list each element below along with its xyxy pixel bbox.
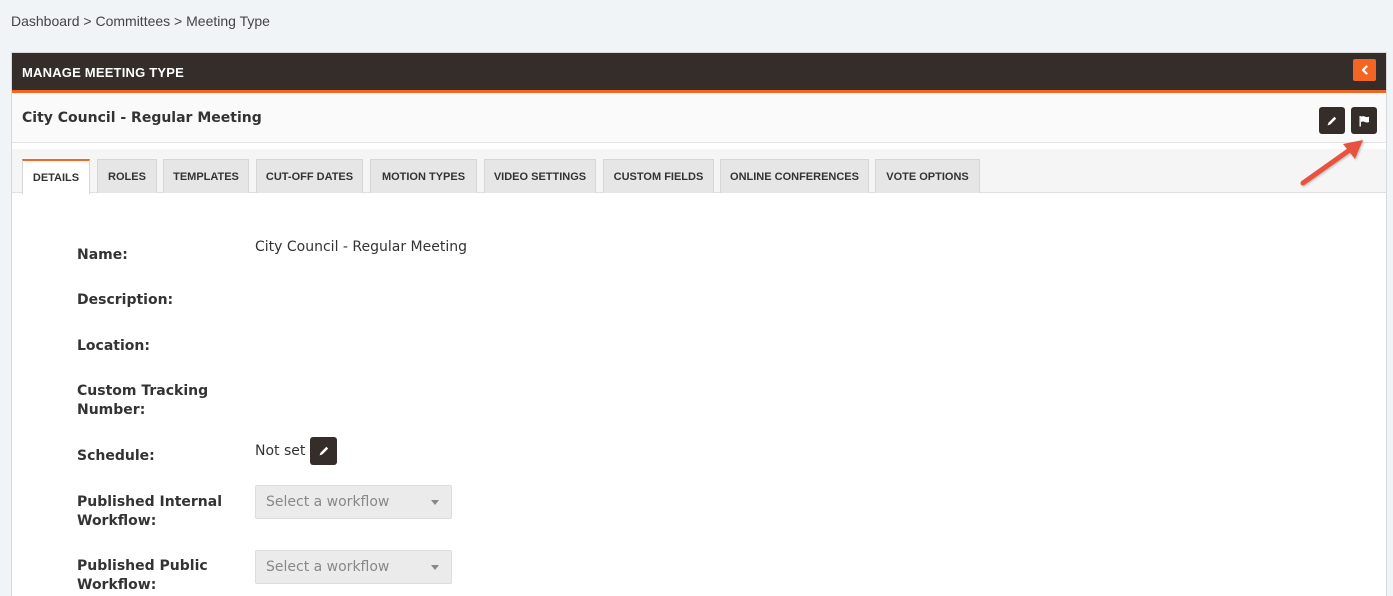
tab-details[interactable]: DETAILS — [22, 159, 90, 194]
tab-vote-options[interactable]: VOTE OPTIONS — [875, 159, 980, 193]
record-title: City Council - Regular Meeting — [22, 110, 262, 126]
breadcrumb-separator: > — [174, 13, 183, 29]
tab-video-settings[interactable]: VIDEO SETTINGS — [484, 159, 596, 193]
tab-motion-types[interactable]: MOTION TYPES — [370, 159, 477, 193]
internal-workflow-select[interactable]: Select a workflow — [255, 485, 452, 519]
name-label: Name: — [77, 247, 128, 263]
schedule-edit-button[interactable] — [310, 437, 337, 465]
collapse-button[interactable] — [1353, 59, 1376, 81]
pencil-icon — [1327, 116, 1337, 125]
flag-icon — [1359, 115, 1369, 126]
edit-button[interactable] — [1319, 107, 1345, 134]
published-internal-workflow-label: Published Internal Workflow: — [77, 493, 237, 531]
tab-templates[interactable]: TEMPLATES — [163, 159, 249, 193]
tab-bar: DETAILS ROLES TEMPLATES CUT-OFF DATES MO… — [12, 149, 1386, 194]
breadcrumb-current: Meeting Type — [186, 13, 270, 29]
manage-meeting-type-panel: MANAGE MEETING TYPE City Council - Regul… — [11, 52, 1387, 596]
internal-workflow-label-line1: Published Internal — [77, 494, 223, 510]
custom-tracking-number-label: Custom Tracking Number: — [77, 382, 237, 420]
annotation-arrow-icon — [1300, 140, 1363, 186]
panel-title: MANAGE MEETING TYPE — [22, 65, 184, 80]
tab-online-conferences[interactable]: ONLINE CONFERENCES — [720, 159, 869, 193]
breadcrumb-committees[interactable]: Committees — [95, 13, 170, 29]
record-header: City Council - Regular Meeting — [12, 93, 1386, 143]
tab-cut-off-dates[interactable]: CUT-OFF DATES — [256, 159, 363, 193]
schedule-value: Not set — [255, 443, 306, 459]
chevron-left-icon — [1361, 65, 1368, 75]
custom-tracking-label-line2: Number: — [77, 402, 146, 418]
panel-header: MANAGE MEETING TYPE — [12, 53, 1386, 93]
breadcrumb-dashboard[interactable]: Dashboard — [11, 13, 80, 29]
caret-down-icon — [431, 565, 439, 570]
breadcrumb: Dashboard > Committees > Meeting Type — [11, 13, 270, 29]
custom-tracking-label-line1: Custom Tracking — [77, 383, 209, 399]
public-workflow-label-line2: Workflow: — [77, 577, 157, 593]
public-workflow-placeholder: Select a workflow — [266, 559, 390, 575]
description-label: Description: — [77, 292, 174, 308]
tab-custom-fields[interactable]: CUSTOM FIELDS — [603, 159, 714, 193]
tab-roles[interactable]: ROLES — [97, 159, 157, 193]
breadcrumb-separator: > — [83, 13, 92, 29]
schedule-label: Schedule: — [77, 448, 155, 464]
pencil-icon — [319, 446, 328, 456]
location-label: Location: — [77, 338, 150, 354]
name-value: City Council - Regular Meeting — [255, 239, 467, 255]
published-public-workflow-label: Published Public Workflow: — [77, 557, 237, 595]
caret-down-icon — [431, 500, 439, 505]
internal-workflow-label-line2: Workflow: — [77, 513, 157, 529]
public-workflow-select[interactable]: Select a workflow — [255, 550, 452, 584]
flag-button[interactable] — [1351, 107, 1377, 134]
public-workflow-label-line1: Published Public — [77, 558, 208, 574]
internal-workflow-placeholder: Select a workflow — [266, 494, 390, 510]
